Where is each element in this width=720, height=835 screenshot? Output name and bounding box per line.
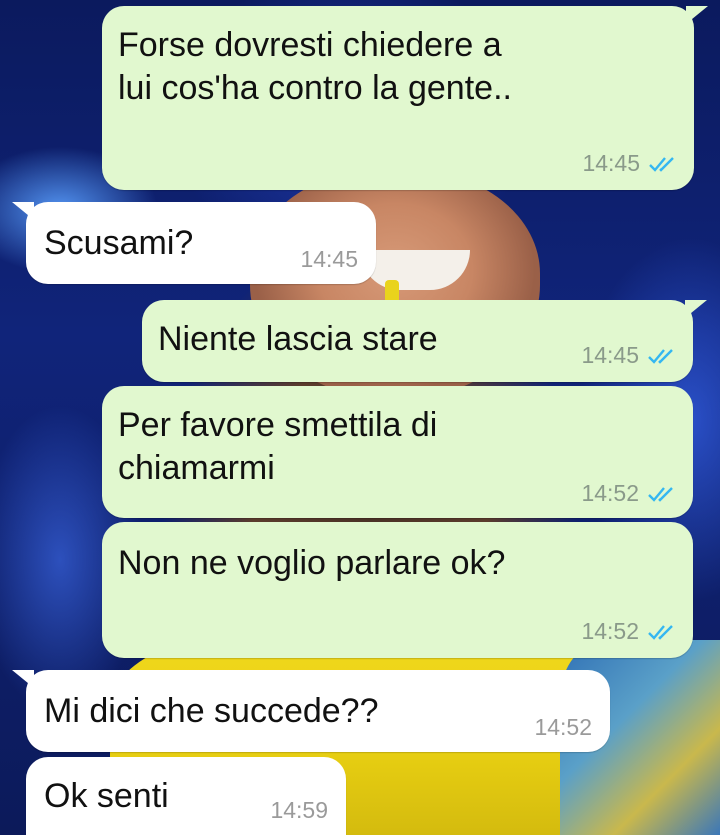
- double-check-icon: [649, 156, 674, 172]
- message-bubble-outgoing[interactable]: Non ne voglio parlare ok? 14:52: [102, 522, 693, 658]
- message-bubble-outgoing[interactable]: Per favore smettila di chiamarmi 14:52: [102, 386, 693, 518]
- message-time: 14:52: [581, 618, 639, 644]
- message-meta: 14:45: [581, 342, 677, 369]
- double-check-icon: [648, 348, 673, 364]
- message-time: 14:45: [581, 342, 639, 368]
- message-time: 14:59: [270, 797, 328, 823]
- message-text: Non ne voglio parlare ok?: [118, 544, 506, 582]
- message-meta: 14:45: [300, 246, 358, 273]
- message-text: Niente lascia stare: [158, 320, 438, 358]
- double-check-icon: [648, 486, 673, 502]
- message-meta: 14:59: [270, 797, 328, 824]
- message-text: Per favore smettila di chiamarmi: [118, 406, 438, 487]
- message-time: 14:45: [300, 246, 358, 272]
- message-bubble-incoming[interactable]: Scusami? 14:45: [12, 202, 376, 284]
- message-text: Forse dovresti chiedere a lui cos'ha con…: [118, 26, 512, 107]
- message-time: 14:52: [581, 480, 639, 506]
- message-meta: 14:45: [582, 150, 678, 177]
- message-time: 14:52: [534, 714, 592, 740]
- message-bubble-incoming[interactable]: Ok senti 14:59: [26, 757, 346, 835]
- message-meta: 14:52: [581, 618, 677, 645]
- message-text: Scusami?: [44, 224, 194, 262]
- message-text: Mi dici che succede??: [44, 692, 379, 730]
- message-meta: 14:52: [581, 480, 677, 507]
- message-bubble-outgoing[interactable]: Niente lascia stare 14:45: [142, 300, 707, 382]
- message-list[interactable]: Forse dovresti chiedere a lui cos'ha con…: [0, 0, 720, 835]
- message-text: Ok senti: [44, 777, 169, 815]
- message-bubble-outgoing[interactable]: Forse dovresti chiedere a lui cos'ha con…: [102, 6, 708, 190]
- message-bubble-incoming[interactable]: Mi dici che succede?? 14:52: [12, 670, 610, 752]
- double-check-icon: [648, 624, 673, 640]
- message-time: 14:45: [582, 150, 640, 176]
- message-meta: 14:52: [534, 714, 592, 741]
